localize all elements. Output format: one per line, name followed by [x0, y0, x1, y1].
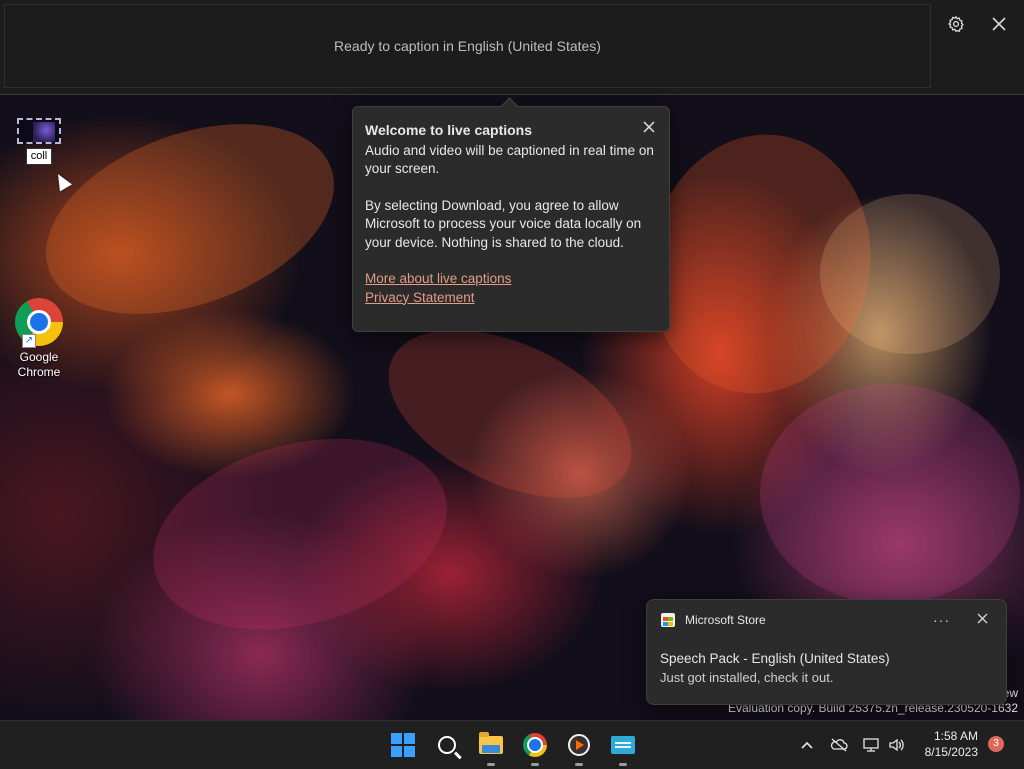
toast-header: Microsoft Store: [661, 613, 766, 627]
toast-more-button[interactable]: ···: [933, 612, 950, 628]
taskbar-clock[interactable]: 1:58 AM 8/15/2023: [918, 728, 978, 760]
flyout-paragraph-1: Audio and video will be captioned in rea…: [365, 142, 654, 177]
flyout-body: Audio and video will be captioned in rea…: [365, 142, 657, 253]
folder-icon: [479, 732, 503, 754]
video-thumbnail-icon: [17, 118, 61, 144]
desktop-icon-label: Google Chrome: [8, 350, 70, 380]
running-indicator: [487, 763, 495, 766]
running-indicator: [619, 763, 627, 766]
taskbar: 1:58 AM 8/15/2023 3: [0, 720, 1024, 769]
toast-notification[interactable]: Microsoft Store ··· Speech Pack - Englis…: [646, 599, 1007, 705]
close-icon: [643, 121, 655, 133]
toast-title: Speech Pack - English (United States): [660, 651, 890, 666]
toast-app-name: Microsoft Store: [685, 613, 766, 627]
close-captions-button[interactable]: [987, 12, 1011, 36]
running-indicator: [575, 763, 583, 766]
shortcut-arrow-icon: ↗: [22, 334, 36, 348]
close-icon: [977, 613, 988, 624]
start-button[interactable]: [390, 732, 416, 758]
search-button[interactable]: [434, 732, 460, 758]
privacy-statement-link[interactable]: Privacy Statement: [365, 289, 657, 308]
search-icon: [438, 736, 456, 754]
media-player-button[interactable]: [566, 732, 592, 766]
chevron-up-icon[interactable]: [800, 740, 814, 750]
running-indicator: [531, 763, 539, 766]
live-captions-window: Ready to caption in English (United Stat…: [0, 0, 1024, 95]
onedrive-offline-icon[interactable]: [830, 738, 848, 752]
google-chrome-desktop-icon[interactable]: ↗ Google Chrome: [8, 298, 70, 380]
clock-date: 8/15/2023: [924, 745, 978, 759]
settings-button[interactable]: [944, 12, 968, 36]
live-captions-taskbar-button[interactable]: [610, 732, 636, 766]
toast-close-button[interactable]: [977, 611, 988, 628]
rename-input[interactable]: coll: [25, 148, 53, 165]
video-file-desktop-icon[interactable]: coll: [14, 118, 64, 165]
notification-badge[interactable]: 3: [988, 736, 1004, 752]
flyout-paragraph-2: By selecting Download, you agree to allo…: [365, 197, 642, 250]
captions-status: Ready to caption in English (United Stat…: [334, 38, 601, 54]
media-player-icon: [568, 734, 590, 756]
system-tray: [800, 721, 904, 769]
chrome-label-line1: Google: [19, 350, 59, 364]
flyout-title: Welcome to live captions: [365, 122, 533, 138]
chrome-label-line2: Chrome: [17, 365, 61, 379]
close-icon: [992, 17, 1006, 31]
clock-time: 1:58 AM: [933, 729, 978, 743]
network-icon[interactable]: [862, 737, 880, 753]
chrome-taskbar-button[interactable]: [522, 732, 548, 766]
chrome-icon: [523, 733, 547, 757]
volume-icon[interactable]: [888, 738, 904, 752]
microsoft-store-icon: [661, 613, 675, 627]
flyout-close-button[interactable]: [639, 117, 659, 137]
file-explorer-button[interactable]: [478, 732, 504, 766]
toast-body: Just got installed, check it out.: [660, 670, 834, 685]
captions-area: Ready to caption in English (United Stat…: [4, 4, 931, 88]
windows-logo-icon: [391, 733, 415, 757]
gear-icon: [948, 15, 964, 33]
more-about-live-captions-link[interactable]: More about live captions: [365, 270, 657, 289]
welcome-flyout: Welcome to live captions Audio and video…: [352, 97, 670, 332]
live-captions-icon: [611, 736, 635, 754]
